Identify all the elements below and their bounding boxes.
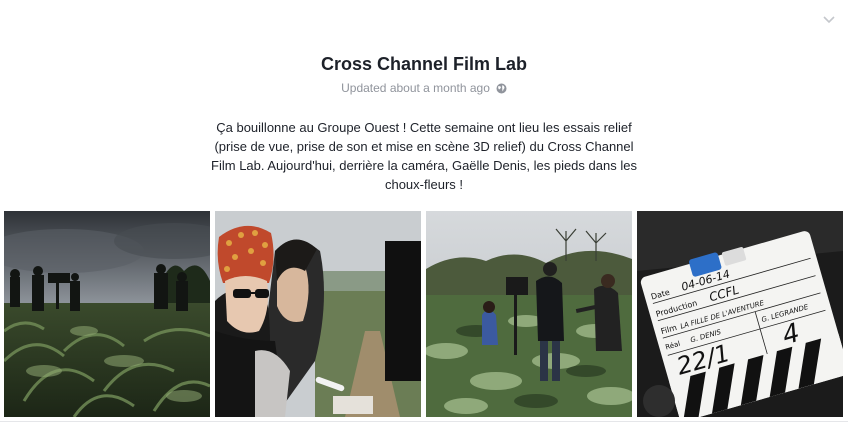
- photo-grid: Date 04-06-14 Production CCFL Film LA FI…: [4, 211, 844, 417]
- photo-clapperboard[interactable]: Date 04-06-14 Production CCFL Film LA FI…: [637, 211, 843, 417]
- updated-label[interactable]: Updated about a month ago: [341, 81, 490, 95]
- post-timestamp: Updated about a month ago: [0, 81, 848, 95]
- photo-camera-operator-field[interactable]: [426, 211, 632, 417]
- chevron-down-icon[interactable]: [822, 13, 836, 27]
- post-text: Ça bouillonne au Groupe Ouest ! Cette se…: [211, 120, 637, 192]
- post-card: Cross Channel Film Lab Updated about a m…: [0, 0, 848, 424]
- globe-icon: [496, 83, 507, 94]
- photo-film-crew-field[interactable]: [4, 211, 210, 417]
- card-divider: [0, 421, 848, 422]
- photo-director-sunglasses[interactable]: [215, 211, 421, 417]
- page-title[interactable]: Cross Channel Film Lab: [0, 54, 848, 75]
